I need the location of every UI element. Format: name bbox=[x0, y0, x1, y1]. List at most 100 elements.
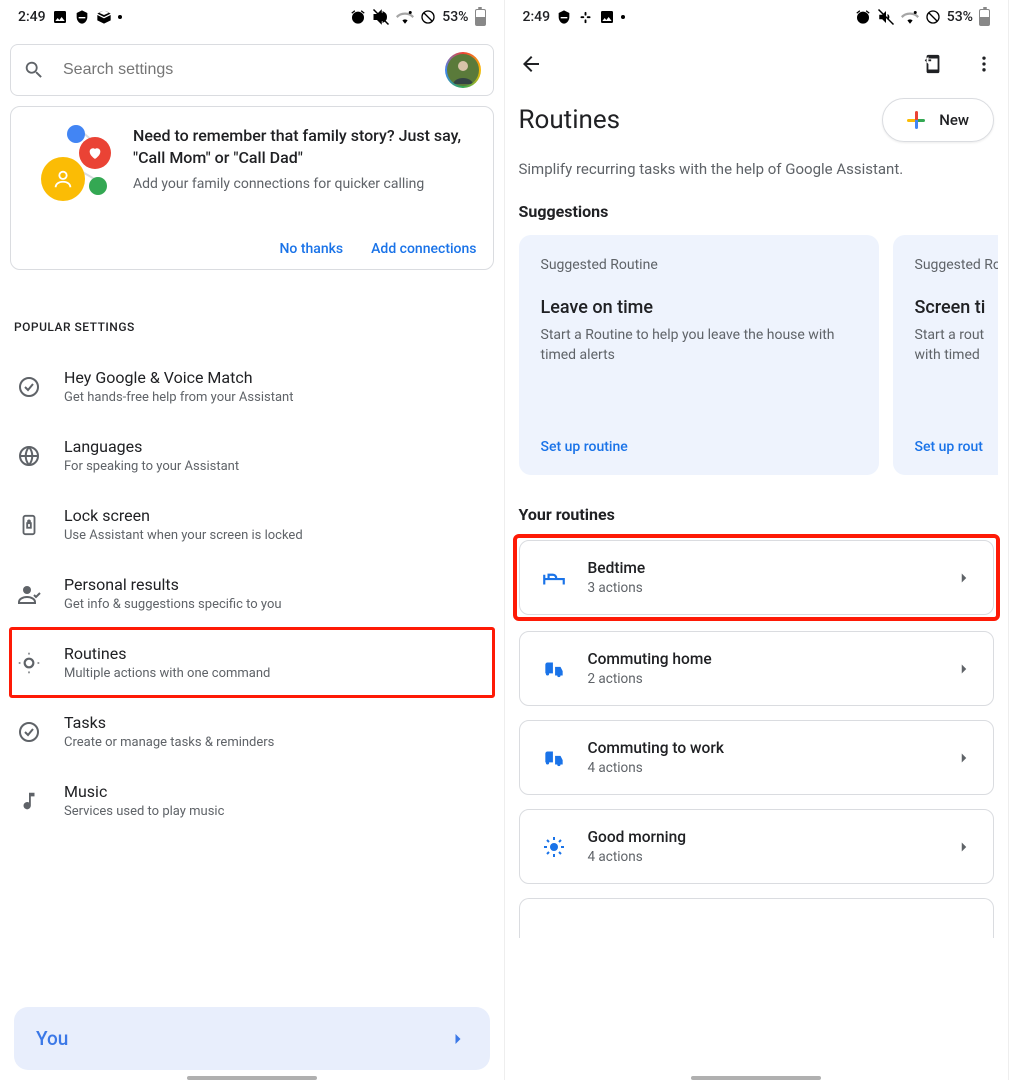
nav-handle[interactable] bbox=[187, 1076, 317, 1080]
person-check-icon bbox=[16, 581, 42, 607]
search-input[interactable] bbox=[61, 60, 429, 80]
dnd-icon bbox=[556, 9, 572, 25]
page-title: Routines bbox=[519, 105, 621, 135]
setting-lock-screen[interactable]: Lock screen Use Assistant when your scree… bbox=[10, 490, 494, 559]
setting-sub: Services used to play music bbox=[64, 804, 224, 819]
suggestion-label: Suggested Routine bbox=[915, 257, 999, 273]
routine-good-morning[interactable]: Good morning 4 actions bbox=[519, 809, 995, 884]
setting-sub: Multiple actions with one command bbox=[64, 666, 270, 681]
suggestion-sub: Start a Routine to help you leave the ho… bbox=[541, 326, 857, 365]
status-bar: 2:49 53% bbox=[515, 0, 999, 34]
routine-card-partial[interactable] bbox=[519, 898, 995, 938]
back-button[interactable] bbox=[519, 52, 543, 76]
clock: 2:49 bbox=[523, 9, 551, 25]
promo-title: Need to remember that family story? Just… bbox=[133, 125, 477, 168]
shortcut-icon[interactable] bbox=[922, 53, 944, 75]
settings-screen: 2:49 53% bbox=[0, 0, 505, 1080]
suggestion-card[interactable]: Suggested Routine Screen ti Start a rout… bbox=[893, 235, 999, 475]
suggestion-title: Leave on time bbox=[541, 297, 857, 318]
top-bar bbox=[515, 38, 999, 90]
routine-commuting-home[interactable]: Commuting home 2 actions bbox=[519, 631, 995, 706]
wifi-icon bbox=[396, 10, 414, 24]
routines-icon bbox=[16, 650, 42, 676]
vibrate-icon bbox=[372, 8, 390, 26]
suggestion-card[interactable]: Suggested Routine Leave on time Start a … bbox=[519, 235, 879, 475]
setting-sub: Use Assistant when your screen is locked bbox=[64, 528, 303, 543]
suggestion-sub: Start a rout with timed bbox=[915, 326, 999, 365]
battery-icon bbox=[979, 9, 990, 26]
promo-subtitle: Add your family connections for quicker … bbox=[133, 176, 477, 192]
battery-icon bbox=[475, 9, 486, 26]
search-bar[interactable] bbox=[10, 44, 494, 96]
you-tab[interactable]: You bbox=[14, 1007, 490, 1070]
alarm-icon bbox=[855, 9, 871, 25]
setting-title: Tasks bbox=[64, 713, 274, 732]
setting-sub: Get hands-free help from your Assistant bbox=[64, 390, 293, 405]
more-dot-icon bbox=[118, 15, 122, 19]
chevron-right-icon bbox=[955, 838, 973, 856]
setting-routines[interactable]: Routines Multiple actions with one comman… bbox=[10, 628, 494, 697]
sun-icon bbox=[540, 833, 568, 861]
more-dot-icon bbox=[621, 15, 625, 19]
your-routines-header: Your routines bbox=[519, 505, 995, 524]
profile-avatar[interactable] bbox=[445, 52, 481, 88]
globe-icon bbox=[16, 443, 42, 469]
setting-music[interactable]: MusicServices used to play music bbox=[10, 766, 494, 835]
phone-lock-icon bbox=[16, 512, 42, 538]
setting-voice-match[interactable]: Hey Google & Voice Match Get hands-free h… bbox=[10, 352, 494, 421]
chevron-right-icon bbox=[955, 569, 973, 587]
routines-screen: 2:49 53% Routines New Simplify recurring bbox=[505, 0, 1009, 1080]
bed-icon bbox=[540, 564, 568, 592]
promo-graphic bbox=[27, 125, 117, 205]
setup-routine-link[interactable]: Set up rout bbox=[915, 439, 999, 455]
routine-title: Good morning bbox=[588, 828, 687, 846]
block-icon bbox=[420, 9, 436, 25]
suggestions-row[interactable]: Suggested Routine Leave on time Start a … bbox=[519, 235, 999, 475]
routine-bedtime[interactable]: Bedtime 3 actions bbox=[519, 540, 995, 615]
routine-sub: 4 actions bbox=[588, 760, 724, 776]
suggestion-label: Suggested Routine bbox=[541, 257, 857, 273]
routine-title: Commuting home bbox=[588, 650, 712, 668]
setting-sub: Get info & suggestions specific to you bbox=[64, 597, 282, 612]
setup-routine-link[interactable]: Set up routine bbox=[541, 439, 857, 455]
routine-title: Commuting to work bbox=[588, 739, 724, 757]
routine-commuting-work[interactable]: Commuting to work 4 actions bbox=[519, 720, 995, 795]
nav-handle[interactable] bbox=[691, 1076, 821, 1080]
wifi-icon bbox=[901, 10, 919, 24]
image-icon bbox=[52, 9, 68, 25]
search-icon bbox=[23, 59, 45, 81]
box-icon bbox=[96, 9, 112, 25]
routine-title: Bedtime bbox=[588, 559, 646, 577]
chevron-right-icon bbox=[955, 749, 973, 767]
chevron-right-icon bbox=[448, 1029, 468, 1049]
no-thanks-button[interactable]: No thanks bbox=[279, 241, 343, 257]
family-promo-card: Need to remember that family story? Just… bbox=[10, 106, 494, 270]
setting-title: Lock screen bbox=[64, 506, 303, 525]
routine-sub: 2 actions bbox=[588, 671, 712, 687]
battery-pct: 53% bbox=[947, 9, 973, 25]
status-bar: 2:49 53% bbox=[10, 0, 494, 34]
you-label: You bbox=[36, 1027, 68, 1050]
music-icon bbox=[16, 788, 42, 814]
setting-tasks[interactable]: TasksCreate or manage tasks & reminders bbox=[10, 697, 494, 766]
setting-title: Hey Google & Voice Match bbox=[64, 368, 293, 387]
tasks-icon bbox=[16, 719, 42, 745]
commute-icon bbox=[540, 655, 568, 683]
highlight-box: Bedtime 3 actions bbox=[517, 538, 997, 617]
image-icon bbox=[599, 9, 615, 25]
alarm-icon bbox=[350, 9, 366, 25]
voice-icon bbox=[16, 374, 42, 400]
block-icon bbox=[925, 9, 941, 25]
overflow-icon[interactable] bbox=[974, 54, 994, 74]
setting-personal-results[interactable]: Personal results Get info & suggestions s… bbox=[10, 559, 494, 628]
setting-title: Personal results bbox=[64, 575, 282, 594]
setting-sub: For speaking to your Assistant bbox=[64, 459, 239, 474]
add-connections-button[interactable]: Add connections bbox=[371, 241, 476, 257]
setting-title: Routines bbox=[64, 644, 270, 663]
battery-pct: 53% bbox=[442, 9, 468, 25]
routine-sub: 3 actions bbox=[588, 580, 646, 596]
routine-sub: 4 actions bbox=[588, 849, 687, 865]
section-label: POPULAR SETTINGS bbox=[14, 320, 494, 334]
new-routine-button[interactable]: New bbox=[882, 98, 994, 142]
setting-languages[interactable]: LanguagesFor speaking to your Assistant bbox=[10, 421, 494, 490]
